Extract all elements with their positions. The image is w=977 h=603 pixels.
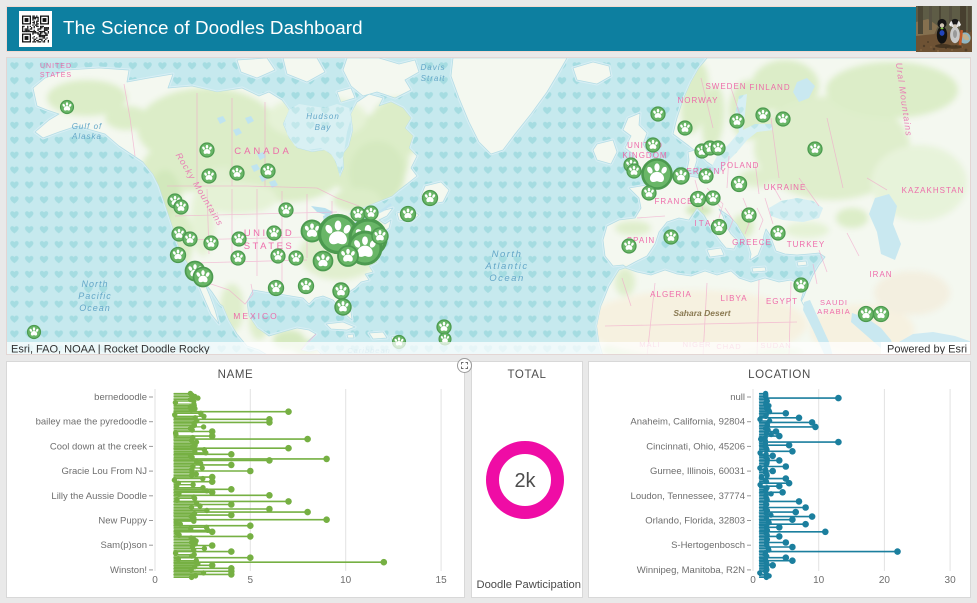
svg-text:Cool down at the creek: Cool down at the creek [50, 441, 147, 452]
svg-text:ALGERIA: ALGERIA [650, 290, 692, 299]
svg-text:0: 0 [152, 575, 158, 586]
svg-text:bailey mae the pyredoodle: bailey mae the pyredoodle [36, 417, 147, 428]
svg-text:SWEDEN: SWEDEN [705, 82, 746, 91]
svg-text:Sahara Desert: Sahara Desert [673, 308, 731, 318]
svg-text:Cincinnati, Ohio, 45206: Cincinnati, Ohio, 45206 [646, 441, 745, 452]
svg-text:5: 5 [248, 575, 254, 586]
svg-text:Gurnee, Illinois, 60031: Gurnee, Illinois, 60031 [650, 466, 745, 477]
svg-text:Ocean: Ocean [79, 303, 111, 313]
svg-text:0: 0 [750, 575, 756, 586]
svg-text:Gulf of: Gulf of [72, 122, 103, 131]
svg-text:15: 15 [436, 575, 448, 586]
svg-text:MEXICO: MEXICO [233, 311, 279, 321]
svg-text:Hudson: Hudson [306, 112, 340, 121]
svg-text:SAUDI: SAUDI [820, 298, 848, 307]
svg-text:New Puppy: New Puppy [98, 516, 147, 527]
svg-text:30: 30 [945, 575, 957, 586]
svg-text:bernedoodle: bernedoodle [94, 392, 147, 403]
svg-text:Orlando, Florida, 32803: Orlando, Florida, 32803 [645, 516, 745, 527]
svg-text:Strait: Strait [421, 74, 446, 83]
svg-text:North: North [492, 249, 523, 260]
svg-text:UKRAINE: UKRAINE [764, 183, 807, 192]
svg-text:FINLAND: FINLAND [749, 83, 790, 92]
svg-text:ARABIA: ARABIA [817, 307, 851, 316]
svg-text:Bay: Bay [315, 123, 332, 132]
svg-text:Gracie Lou From NJ: Gracie Lou From NJ [61, 466, 147, 477]
svg-text:STATES: STATES [244, 241, 295, 252]
svg-text:Ocean: Ocean [489, 273, 525, 284]
svg-text:CANADA: CANADA [234, 146, 292, 157]
svg-text:Powered by Esri: Powered by Esri [887, 344, 967, 356]
svg-text:Doodle Pawticipation: Doodle Pawticipation [477, 579, 581, 591]
svg-text:EGYPT: EGYPT [766, 297, 798, 306]
svg-text:LIBYA: LIBYA [720, 294, 747, 303]
svg-text:S-Hertogenbosch: S-Hertogenbosch [671, 540, 745, 551]
svg-text:GREECE: GREECE [732, 238, 772, 247]
svg-text:Pacific: Pacific [78, 291, 112, 301]
svg-text:10: 10 [813, 575, 825, 586]
svg-text:NORWAY: NORWAY [678, 96, 719, 105]
svg-text:Alaska: Alaska [71, 132, 102, 141]
svg-text:2k: 2k [514, 470, 536, 492]
svg-text:TURKEY: TURKEY [787, 240, 825, 249]
svg-text:Sam(p)son: Sam(p)son [101, 540, 147, 551]
svg-text:20: 20 [879, 575, 891, 586]
svg-text:Davis: Davis [420, 63, 445, 72]
svg-text:Loudon, Tennessee, 37774: Loudon, Tennessee, 37774 [631, 491, 745, 502]
svg-text:Lilly the Aussie Doodle: Lilly the Aussie Doodle [51, 491, 147, 502]
svg-text:Esri, FAO, NOAA | Rocket Doodl: Esri, FAO, NOAA | Rocket Doodle Rocky [11, 344, 210, 356]
svg-text:10: 10 [340, 575, 352, 586]
svg-text:Winnipeg, Manitoba, R2N: Winnipeg, Manitoba, R2N [637, 565, 745, 576]
svg-text:Anaheim, California, 92804: Anaheim, California, 92804 [630, 417, 745, 428]
svg-text:Atlantic: Atlantic [484, 261, 528, 272]
svg-text:Winston!: Winston! [110, 565, 147, 576]
svg-text:UNITED: UNITED [40, 63, 72, 70]
svg-text:FRANCE: FRANCE [655, 197, 694, 206]
svg-text:IRAN: IRAN [869, 270, 892, 279]
svg-text:North: North [81, 279, 108, 289]
svg-text:STATES: STATES [40, 72, 72, 79]
svg-text:KAZAKHSTAN: KAZAKHSTAN [902, 186, 965, 195]
svg-text:null: null [730, 392, 745, 403]
